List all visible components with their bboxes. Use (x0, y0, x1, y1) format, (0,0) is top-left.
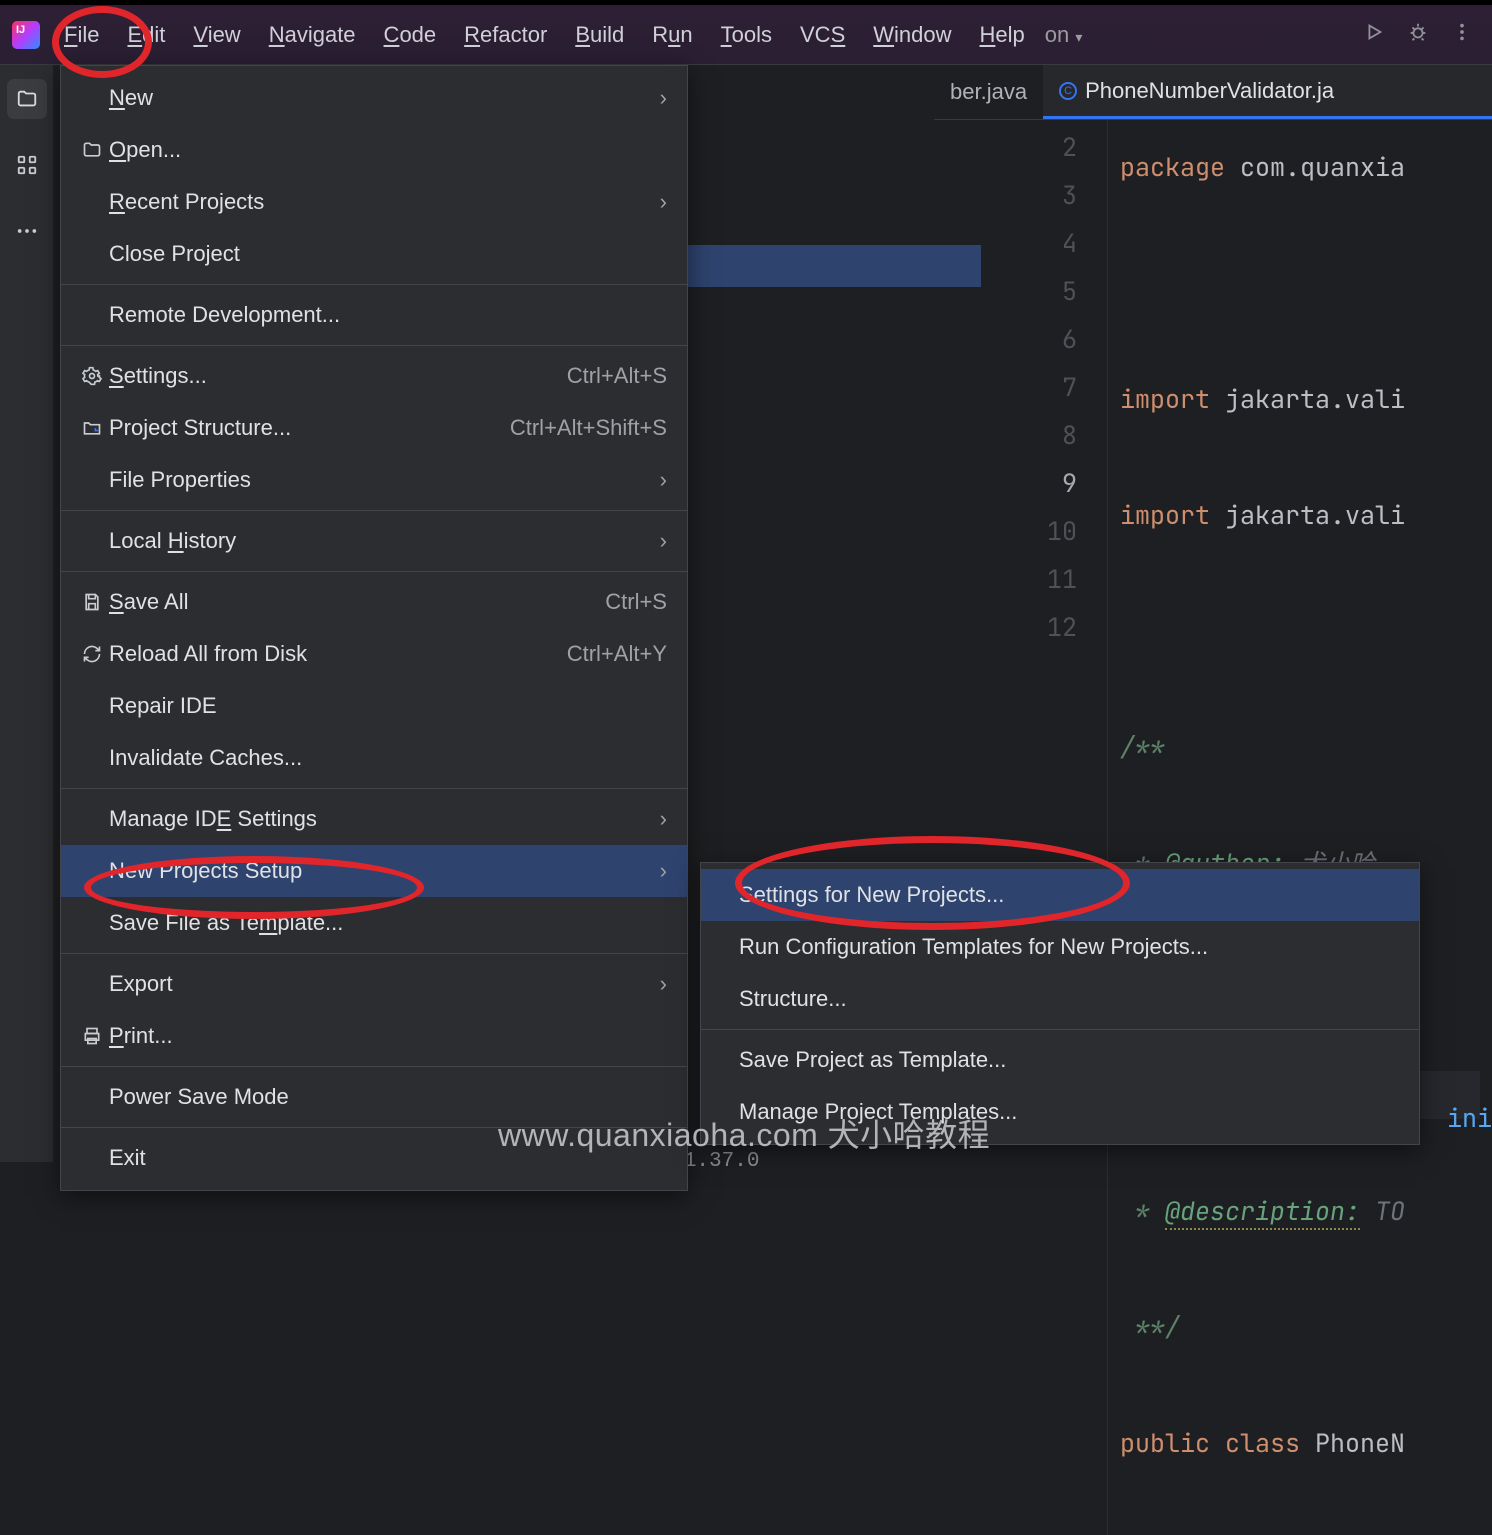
reload-icon (75, 644, 109, 664)
class-icon: C (1059, 82, 1077, 100)
project-tool-button[interactable] (7, 79, 47, 119)
menu-tools[interactable]: Tools (707, 16, 786, 54)
submenu-save-project-as-template[interactable]: Save Project as Template... (701, 1034, 1419, 1086)
submenu-settings-for-new-projects[interactable]: Settings for New Projects... (701, 869, 1419, 921)
menu-build[interactable]: Build (561, 16, 638, 54)
menu-new[interactable]: New› (61, 72, 687, 124)
menu-overflow[interactable]: on ▾ (1039, 16, 1089, 54)
menu-file-properties[interactable]: File Properties› (61, 454, 687, 506)
menu-invalidate-caches[interactable]: Invalidate Caches... (61, 732, 687, 784)
menu-save-file-as-template[interactable]: Save File as Template... (61, 897, 687, 949)
submenu-structure[interactable]: Structure... (701, 973, 1419, 1025)
save-icon (75, 592, 109, 612)
gear-icon (75, 366, 109, 386)
submenu-run-config-templates[interactable]: Run Configuration Templates for New Proj… (701, 921, 1419, 973)
menu-view[interactable]: View (179, 16, 254, 54)
menu-project-structure[interactable]: Project Structure...Ctrl+Alt+Shift+S (61, 402, 687, 454)
new-projects-setup-submenu: Settings for New Projects... Run Configu… (700, 862, 1420, 1145)
menu-close-project[interactable]: Close Project (61, 228, 687, 280)
print-icon (75, 1026, 109, 1046)
menu-run[interactable]: Run (638, 16, 706, 54)
menu-refactor[interactable]: Refactor (450, 16, 561, 54)
more-button[interactable] (1440, 21, 1484, 49)
menu-print[interactable]: Print... (61, 1010, 687, 1062)
menu-exit[interactable]: Exit (61, 1132, 687, 1184)
menu-repair-ide[interactable]: Repair IDE (61, 680, 687, 732)
code-area[interactable]: package com.quanxia import jakarta.vali … (1108, 65, 1492, 1535)
debug-button[interactable] (1396, 21, 1440, 49)
structure-icon (75, 418, 109, 438)
menu-window[interactable]: Window (859, 16, 965, 54)
menu-power-save-mode[interactable]: Power Save Mode (61, 1071, 687, 1123)
editor-tabs: ber.java CPhoneNumberValidator.ja (934, 65, 1492, 120)
menu-export[interactable]: Export› (61, 958, 687, 1010)
menu-remote-dev[interactable]: Remote Development... (61, 289, 687, 341)
tool-window-rail (0, 65, 54, 1162)
gutter: 1 2 3 4 5 6 7 8 9 10 11 12 (994, 65, 1108, 1535)
more-tool-button[interactable] (7, 211, 47, 251)
menu-navigate[interactable]: Navigate (255, 16, 370, 54)
run-button[interactable] (1352, 21, 1396, 49)
menu-open[interactable]: Open... (61, 124, 687, 176)
menu-edit[interactable]: Edit (113, 16, 179, 54)
submenu-manage-project-templates[interactable]: Manage Project Templates... (701, 1086, 1419, 1138)
menu-save-all[interactable]: Save AllCtrl+S (61, 576, 687, 628)
menu-vcs[interactable]: VCS (786, 16, 859, 54)
menu-reload[interactable]: Reload All from DiskCtrl+Alt+Y (61, 628, 687, 680)
code-fragment-ini: ini (1447, 1101, 1492, 1135)
menubar: File Edit View Navigate Code Refactor Bu… (0, 5, 1492, 65)
menu-manage-ide-settings[interactable]: Manage IDE Settings› (61, 793, 687, 845)
menu-help[interactable]: Help (966, 16, 1039, 54)
menu-local-history[interactable]: Local History› (61, 515, 687, 567)
menu-recent-projects[interactable]: Recent Projects› (61, 176, 687, 228)
structure-tool-button[interactable] (7, 145, 47, 185)
tab-file-1[interactable]: ber.java (934, 65, 1043, 119)
file-menu-dropdown: New› Open... Recent Projects› Close Proj… (60, 65, 688, 1191)
menu-code[interactable]: Code (370, 16, 451, 54)
menu-new-projects-setup[interactable]: New Projects Setup› (61, 845, 687, 897)
menu-settings[interactable]: Settings...Ctrl+Alt+S (61, 350, 687, 402)
intellij-icon (12, 21, 40, 49)
menu-file[interactable]: File (50, 16, 113, 54)
tab-file-2[interactable]: CPhoneNumberValidator.ja (1043, 65, 1492, 119)
